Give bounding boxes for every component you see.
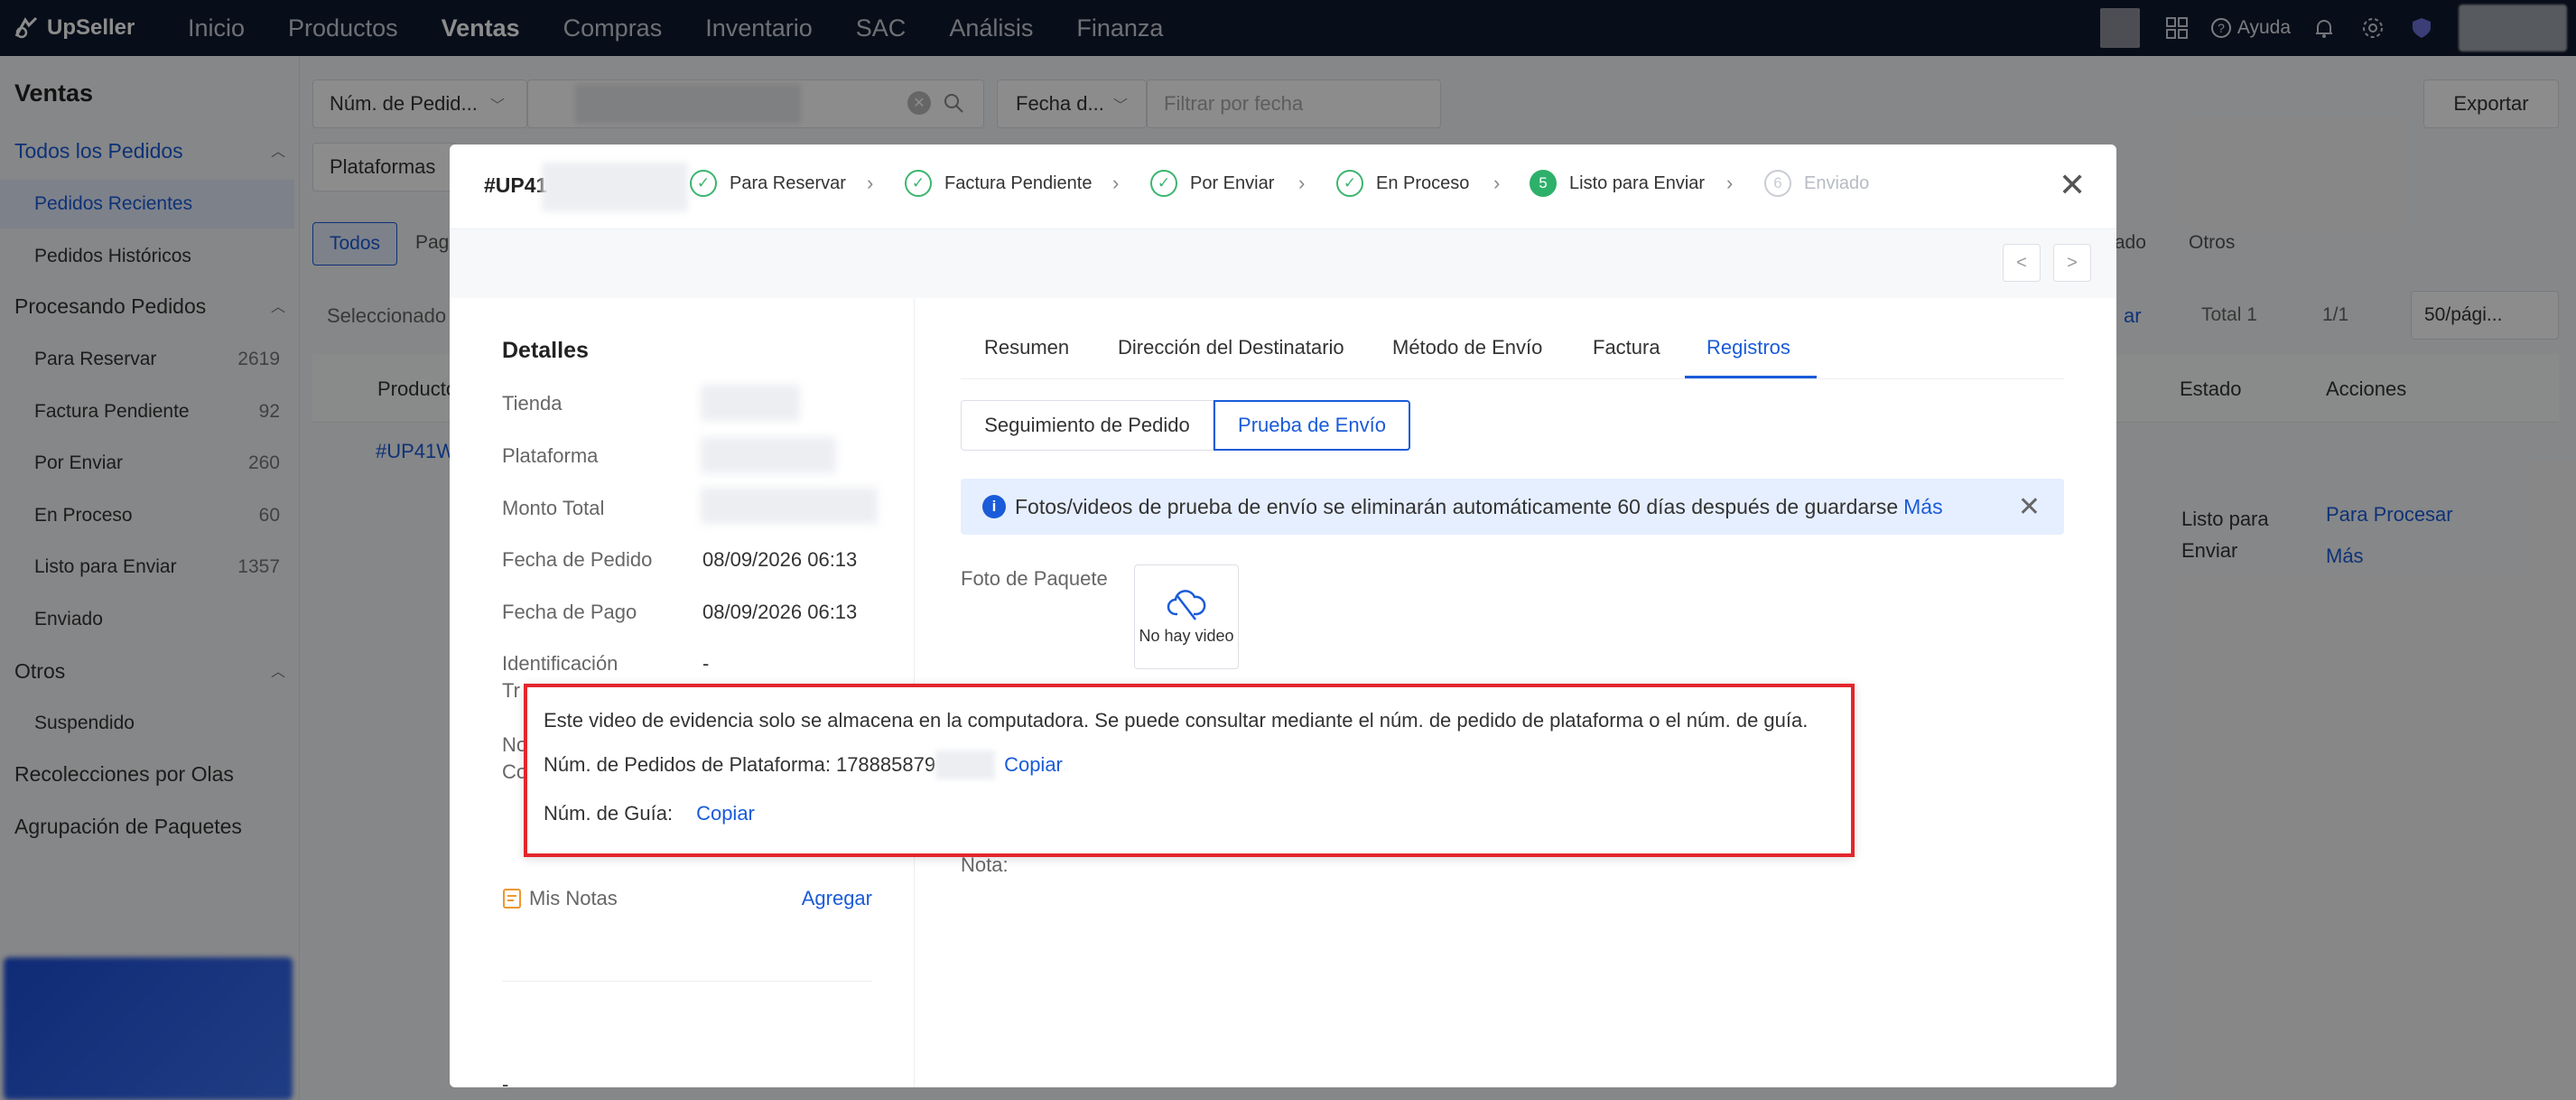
- step-label: Para Reservar: [730, 172, 846, 193]
- step-label: Listo para Enviar: [1569, 172, 1706, 193]
- check-icon: ✓: [1150, 170, 1177, 197]
- no-video-label: No hay video: [1139, 626, 1234, 645]
- step-label: Enviado: [1804, 172, 1870, 193]
- cloud-off-icon: [1167, 589, 1206, 620]
- order-detail-modal: #UP41 ✓ Para Reservar › ✓ Factura Pendient…: [450, 144, 2116, 1087]
- seg-label: Seguimiento de Pedido: [984, 414, 1190, 436]
- pay-date-label: Fecha de Pago: [502, 601, 637, 623]
- popover-message: Este video de evidencia solo se almacena…: [544, 709, 1809, 732]
- note-icon: [503, 889, 521, 909]
- step-number-icon: 6: [1764, 170, 1791, 197]
- check-icon: ✓: [1336, 170, 1363, 197]
- step-invoice: ✓ Factura Pendiente: [905, 170, 1092, 197]
- platform-order-value: 178885879: [835, 753, 936, 776]
- step-label: Factura Pendiente: [944, 172, 1093, 193]
- notes-label: Mis Notas: [529, 887, 618, 909]
- close-icon[interactable]: ✕: [2018, 491, 2041, 523]
- order-number: #UP41: [484, 173, 548, 197]
- check-icon: ✓: [905, 170, 932, 197]
- order-number-blurred: [542, 163, 688, 211]
- prev-order-button[interactable]: <: [2003, 244, 2041, 282]
- info-icon: i: [982, 495, 1006, 518]
- tab-metodo-envio[interactable]: Método de Envío: [1392, 336, 1542, 359]
- pay-date-value: 08/09/2026 06:13: [702, 601, 858, 623]
- chevron-right-icon: ›: [1298, 172, 1306, 194]
- seg-proof[interactable]: Prueba de Envío: [1214, 400, 1410, 451]
- active-tab-indicator: [1685, 376, 1817, 378]
- no-video-box[interactable]: No hay video: [1134, 564, 1239, 669]
- store-value-blurred: [701, 385, 800, 421]
- tab-factura[interactable]: Factura: [1593, 336, 1660, 359]
- details-divider: [502, 981, 872, 982]
- guide-row: Núm. de Guía: Copiar: [544, 802, 755, 825]
- tab-registros[interactable]: Registros: [1706, 336, 1790, 359]
- details-title: Detalles: [502, 338, 589, 363]
- step-ready: 5 Listo para Enviar: [1530, 170, 1705, 197]
- chevron-right-icon: ›: [1726, 172, 1734, 194]
- guide-label: Núm. de Guía:: [544, 802, 674, 825]
- close-icon[interactable]: ✕: [2059, 166, 2086, 204]
- ident-label: Identificación: [502, 652, 618, 675]
- check-icon: ✓: [690, 170, 717, 197]
- total-label: Monto Total: [502, 497, 605, 519]
- info-text: Fotos/videos de prueba de envío se elimi…: [1015, 494, 1899, 518]
- step-reserve: ✓ Para Reservar: [690, 170, 846, 197]
- info-banner: i Fotos/videos de prueba de envío se eli…: [961, 479, 2064, 535]
- tab-resumen[interactable]: Resumen: [984, 336, 1069, 359]
- ident-label-cut: Tr: [502, 679, 520, 702]
- chevron-right-icon: ›: [1493, 172, 1501, 194]
- chevron-right-icon: ›: [867, 172, 874, 194]
- info-more-link[interactable]: Más: [1903, 495, 1942, 519]
- chevron-right-icon: ›: [1112, 172, 1120, 194]
- notes-title: Mis Notas: [502, 887, 618, 910]
- platform-order-row: Núm. de Pedidos de Plataforma: 178885879…: [544, 750, 1063, 779]
- platform-order-blurred: [935, 750, 996, 779]
- next-order-button[interactable]: >: [2053, 244, 2091, 282]
- seg-label: Prueba de Envío: [1238, 414, 1386, 436]
- add-note-button[interactable]: Agregar: [802, 887, 872, 910]
- copy-platform-order-button[interactable]: Copiar: [1004, 753, 1063, 777]
- step-in-process: ✓ En Proceso: [1336, 170, 1469, 197]
- total-value-blurred: [701, 488, 878, 524]
- platform-order-label: Núm. de Pedidos de Plataforma:: [544, 753, 831, 776]
- tabs-baseline: [961, 378, 2064, 379]
- notes-row: Mis Notas Agregar: [502, 887, 872, 910]
- store-label: Tienda: [502, 392, 563, 415]
- platform-value-blurred: [701, 437, 836, 473]
- step-shipped: 6 Enviado: [1764, 170, 1869, 197]
- modal-header: #UP41 ✓ Para Reservar › ✓ Factura Pendient…: [450, 144, 2116, 229]
- ident-value: -: [702, 652, 710, 675]
- tab-direccion[interactable]: Dirección del Destinatario: [1118, 336, 1344, 359]
- step-label: Por Enviar: [1190, 172, 1275, 193]
- evidence-popover: Este video de evidencia solo se almacena…: [524, 684, 1855, 857]
- order-date-value: 08/09/2026 06:13: [702, 548, 858, 571]
- package-photo-label: Foto de Paquete: [961, 567, 1108, 590]
- copy-guide-button[interactable]: Copiar: [696, 802, 755, 825]
- modal-subbar: [450, 229, 2116, 298]
- platform-label: Plataforma: [502, 444, 599, 467]
- step-label: En Proceso: [1376, 172, 1470, 193]
- step-to-ship: ✓ Por Enviar: [1150, 170, 1274, 197]
- order-date-label: Fecha de Pedido: [502, 548, 653, 571]
- notes-value: -: [502, 1073, 509, 1087]
- step-number-icon: 5: [1530, 170, 1557, 197]
- seg-tracking[interactable]: Seguimiento de Pedido: [961, 400, 1214, 451]
